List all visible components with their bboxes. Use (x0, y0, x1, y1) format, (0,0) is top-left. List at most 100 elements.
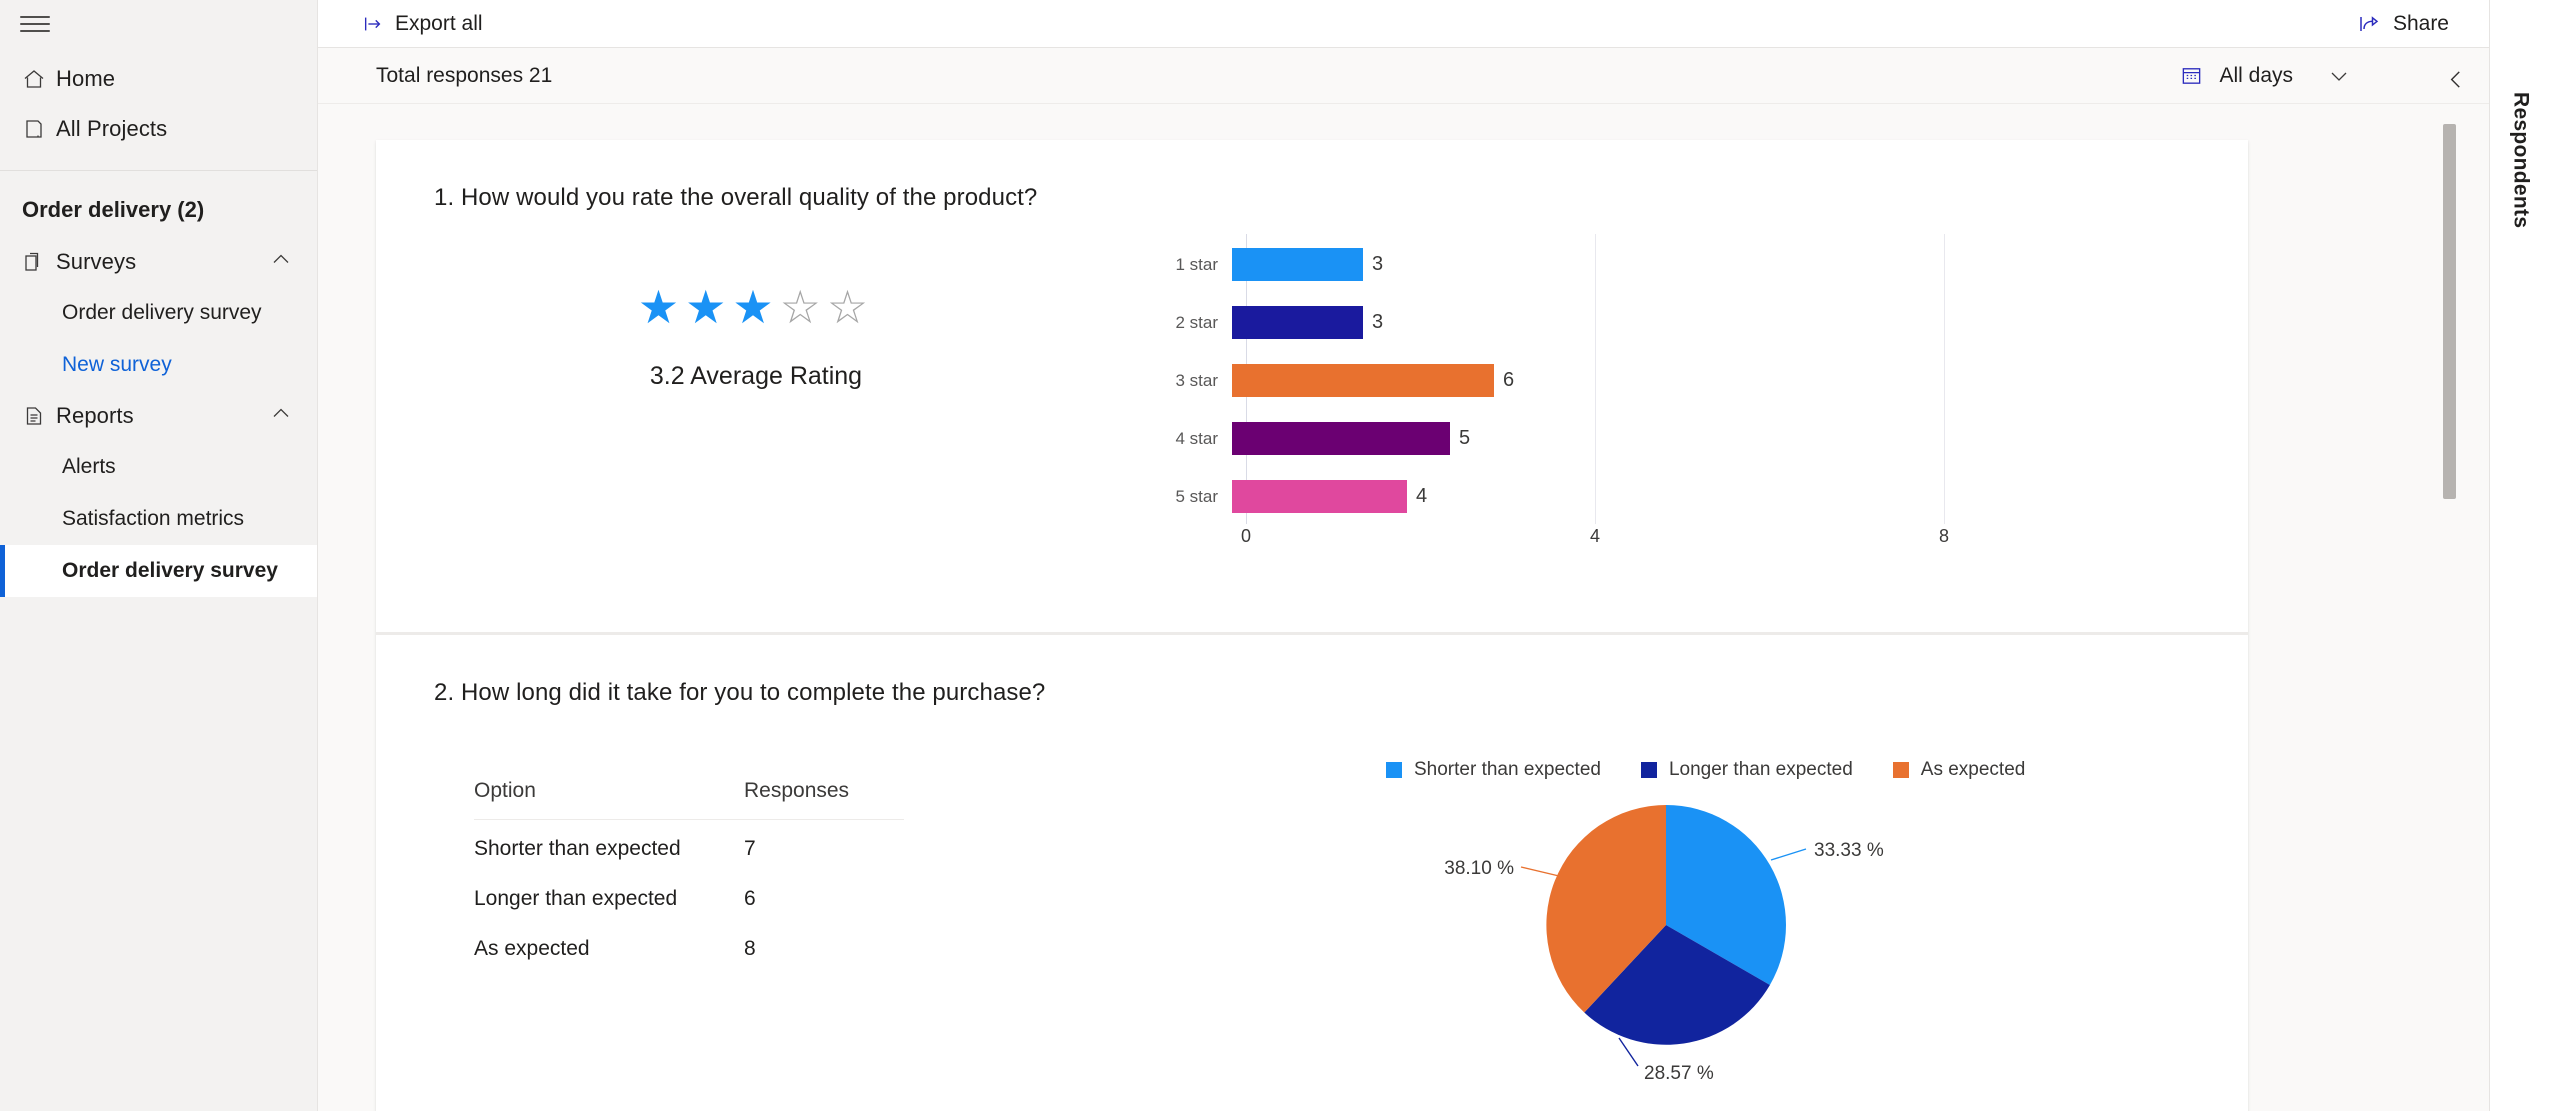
average-rating-label: 3.2 Average Rating (649, 362, 863, 390)
bar-category-label: 2 star (1175, 312, 1218, 332)
sidebar-section-label: Reports (56, 403, 134, 428)
sidebar-subitem-label: Satisfaction metrics (62, 507, 245, 530)
bar-value-label: 3 (1372, 311, 1384, 333)
bar-value-label: 5 (1459, 427, 1471, 449)
table-header-row: Option Responses (474, 779, 904, 820)
respondents-label: Respondents (2509, 92, 2533, 229)
clipboard-icon (22, 249, 56, 275)
pie-svg: 33.33 % 28.57 % 38.10 % (1444, 805, 1884, 1084)
projects-icon (22, 116, 56, 142)
cell-option: As expected (474, 937, 590, 960)
respondents-panel-rail[interactable]: Respondents (2489, 0, 2551, 1111)
cell-option: Longer than expected (474, 887, 678, 910)
legend-label: Longer than expected (1668, 759, 1853, 780)
sidebar-item-all-projects[interactable]: All Projects (0, 104, 317, 154)
table-row: As expected 8 (474, 920, 904, 970)
average-rating-block: ★★★☆☆ 3.2 Average Rating (376, 212, 1136, 391)
chart-legend: Shorter than expected Longer than expect… (1386, 759, 2065, 781)
sidebar-item-home[interactable]: Home (0, 54, 317, 104)
hamburger-menu-button[interactable] (0, 0, 318, 48)
pie-percent-label-longer: 28.57 % (1644, 1063, 1714, 1084)
legend-label: Shorter than expected (1414, 759, 1601, 780)
export-all-button[interactable]: Export all (348, 4, 497, 44)
question-title: 1. How would you rate the overall qualit… (434, 184, 1038, 211)
sidebar-item-alerts[interactable]: Alerts (0, 441, 317, 493)
date-range-filter[interactable]: All days (2170, 58, 2361, 94)
bar-row: 3 star 6 (1136, 364, 1514, 397)
bar-segment[interactable] (1232, 248, 1363, 281)
export-arrow-icon (362, 13, 384, 35)
bar-segment[interactable] (1232, 306, 1363, 339)
table-row: Shorter than expected 7 (474, 820, 904, 871)
response-table: Option Responses Shorter than expected 7 (474, 779, 904, 970)
sidebar-section-reports[interactable]: Reports (0, 391, 317, 441)
share-label: Share (2392, 11, 2449, 35)
sidebar-subitem-label: Order delivery survey (62, 559, 278, 582)
legend-item[interactable]: Shorter than expected (1386, 759, 1601, 781)
hamburger-icon (20, 11, 50, 37)
star-distribution-bar-chart: 1 star 3 2 star 3 3 star 6 4 star 5 5 st… (1136, 234, 2016, 564)
app-root: Home All Projects Order delivery (2) Sur… (0, 0, 2551, 1111)
chevron-up-icon[interactable] (269, 402, 293, 431)
question-1-body: ★★★☆☆ 3.2 Average Rating 1 star 3 2 star… (376, 212, 2248, 632)
bar-segment[interactable] (1232, 422, 1450, 455)
star-empty-icon: ☆ (779, 281, 827, 333)
purchase-duration-pie-chart: Shorter than expected Longer than expect… (1246, 707, 2146, 1111)
star-filled-icon: ★ (637, 281, 686, 333)
bar-category-label: 5 star (1175, 486, 1218, 506)
legend-item[interactable]: As expected (1892, 759, 2026, 781)
question-card-1: 1. How would you rate the overall qualit… (376, 140, 2248, 632)
sidebar-item-order-delivery-survey-report[interactable]: Order delivery survey (0, 545, 317, 597)
column-header-option: Option (474, 779, 744, 820)
axis-tick-label: 0 (1240, 526, 1252, 546)
bar-category-label: 1 star (1175, 254, 1218, 274)
legend-swatch-icon (1386, 762, 1402, 778)
sidebar-item-order-delivery-survey[interactable]: Order delivery survey (0, 287, 317, 339)
bar-segment[interactable] (1232, 364, 1494, 397)
sidebar-item-new-survey[interactable]: New survey (0, 339, 317, 391)
chevron-up-icon[interactable] (269, 248, 293, 277)
cell-responses: 7 (744, 837, 756, 860)
chart-gridline (1944, 234, 1945, 524)
legend-item[interactable]: Longer than expected (1640, 759, 1853, 781)
sidebar-subitem-label: New survey (62, 353, 172, 376)
sidebar-top-nav: Home All Projects (0, 48, 317, 166)
collapse-panel-button[interactable] (2437, 61, 2475, 104)
legend-swatch-icon (1892, 762, 1909, 778)
bar-row: 2 star 3 (1136, 306, 1383, 339)
sidebar-group-title: Order delivery (2) (22, 197, 205, 222)
chart-gridline (1595, 234, 1596, 524)
bar-segment[interactable] (1232, 480, 1407, 513)
chevron-down-icon[interactable] (2327, 64, 2351, 88)
share-icon (2357, 12, 2381, 36)
bar-value-label: 6 (1503, 369, 1515, 391)
axis-tick-label: 4 (1589, 526, 1601, 546)
legend-label: As expected (1920, 759, 2026, 780)
sidebar-section-surveys[interactable]: Surveys (0, 237, 317, 287)
sidebar-item-satisfaction-metrics[interactable]: Satisfaction metrics (0, 493, 317, 545)
question-cards: 1. How would you rate the overall qualit… (376, 140, 2248, 1111)
pie-leader-line (1618, 1037, 1639, 1067)
command-bar: Export all Share (318, 0, 2489, 48)
star-empty-icon: ☆ (826, 281, 875, 333)
document-icon (22, 403, 56, 429)
table-row: Longer than expected 6 (474, 870, 904, 920)
bar-category-label: 4 star (1175, 428, 1218, 448)
scrollbar-thumb[interactable] (2443, 124, 2456, 499)
bar-category-label: 3 star (1175, 370, 1218, 390)
filter-bar: Total responses 21 All days (318, 48, 2489, 104)
chevron-left-icon (2450, 71, 2460, 88)
star-filled-icon: ★ (732, 281, 780, 333)
content-scrollbar[interactable] (2443, 124, 2456, 1111)
main-area: Export all Share Total responses 21 All … (318, 0, 2489, 1111)
bar-row: 5 star 4 (1136, 480, 1427, 513)
cell-responses: 6 (744, 887, 756, 910)
report-content: 1. How would you rate the overall qualit… (318, 104, 2489, 1111)
sidebar-item-label: Home (56, 66, 116, 91)
bar-value-label: 3 (1372, 253, 1384, 275)
star-rating: ★★★☆☆ (638, 284, 874, 330)
pie-leader-line (1770, 848, 1807, 861)
share-button[interactable]: Share (2345, 4, 2461, 44)
pie-leader-line (1520, 866, 1560, 877)
date-range-label: All days (2219, 63, 2293, 87)
